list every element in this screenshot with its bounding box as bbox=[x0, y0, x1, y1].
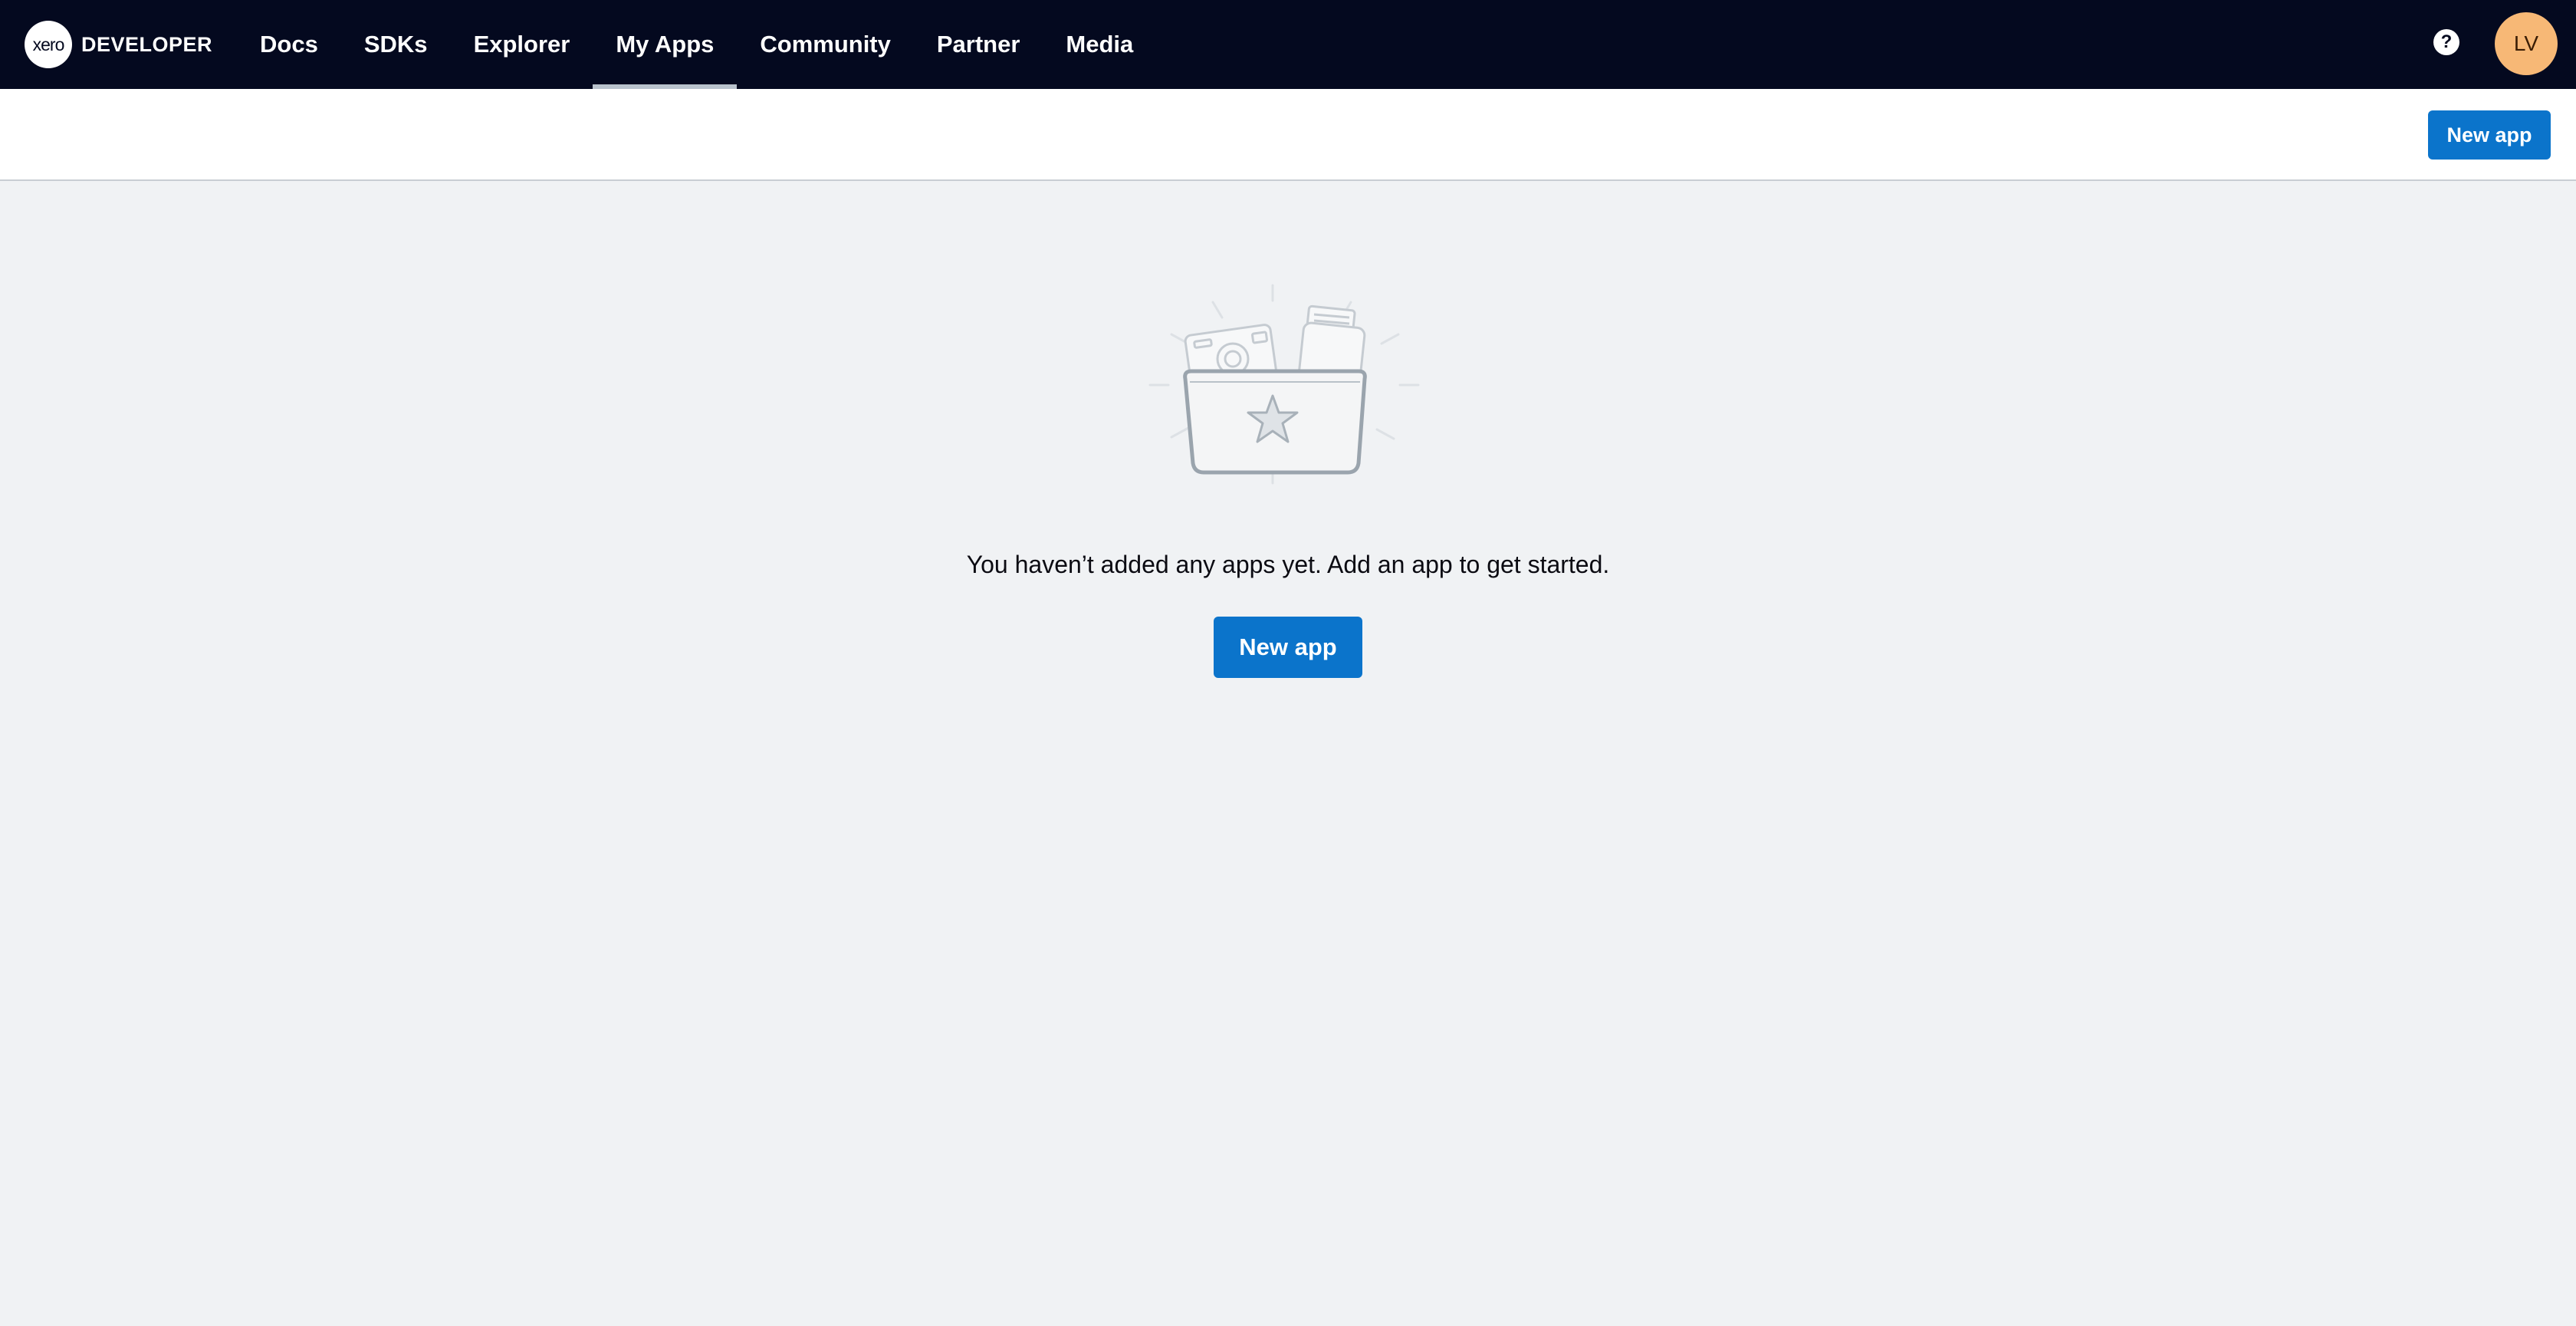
top-navigation: xero DEVELOPER Docs SDKs Explorer My App… bbox=[0, 0, 2576, 89]
empty-state-message: You haven’t added any apps yet. Add an a… bbox=[966, 551, 1610, 578]
nav-item-my-apps[interactable]: My Apps bbox=[593, 0, 738, 89]
nav-item-community[interactable]: Community bbox=[737, 0, 914, 89]
main-nav: Docs SDKs Explorer My Apps Community Par… bbox=[237, 0, 1156, 89]
page-toolbar: New app bbox=[0, 89, 2576, 181]
nav-item-partner[interactable]: Partner bbox=[914, 0, 1043, 89]
brand-label: DEVELOPER bbox=[81, 32, 213, 56]
main-content: You haven’t added any apps yet. Add an a… bbox=[0, 181, 2576, 1326]
folder-with-apps-icon bbox=[1148, 284, 1420, 485]
help-icon[interactable]: ? bbox=[2433, 29, 2459, 55]
nav-item-sdks[interactable]: SDKs bbox=[341, 0, 451, 89]
nav-item-explorer[interactable]: Explorer bbox=[451, 0, 593, 89]
user-avatar[interactable]: LV bbox=[2495, 12, 2558, 75]
new-app-button-toolbar[interactable]: New app bbox=[2428, 110, 2551, 160]
nav-item-docs[interactable]: Docs bbox=[237, 0, 341, 89]
nav-item-media[interactable]: Media bbox=[1043, 0, 1156, 89]
brand-home-link[interactable]: xero DEVELOPER bbox=[25, 0, 212, 89]
xero-logo-icon: xero bbox=[25, 21, 72, 68]
new-app-button[interactable]: New app bbox=[1214, 617, 1362, 678]
